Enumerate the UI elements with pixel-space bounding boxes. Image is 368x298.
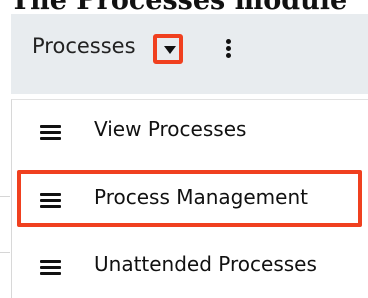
list-icon	[40, 125, 61, 141]
caret-down-icon	[164, 46, 176, 54]
menu-item-label: Unattended Processes	[94, 252, 317, 276]
list-icon	[40, 193, 61, 209]
menu-item-label: Process Management	[94, 185, 308, 209]
menu-item-view-processes[interactable]: View Processes	[12, 103, 367, 161]
list-icon	[40, 260, 61, 276]
menu-item-process-management[interactable]: Process Management	[17, 170, 362, 227]
background-row-divider	[0, 196, 10, 197]
module-dropdown-button[interactable]	[153, 34, 183, 64]
background-row-divider	[0, 252, 10, 253]
more-options-button[interactable]	[223, 32, 235, 66]
module-topbar: Processes	[11, 14, 368, 94]
module-dropdown-menu: View Processes Process Management Unatte…	[11, 99, 368, 298]
menu-item-label: View Processes	[94, 117, 247, 141]
module-label[interactable]: Processes	[32, 34, 136, 58]
menu-item-unattended-processes[interactable]: Unattended Processes	[12, 238, 367, 296]
